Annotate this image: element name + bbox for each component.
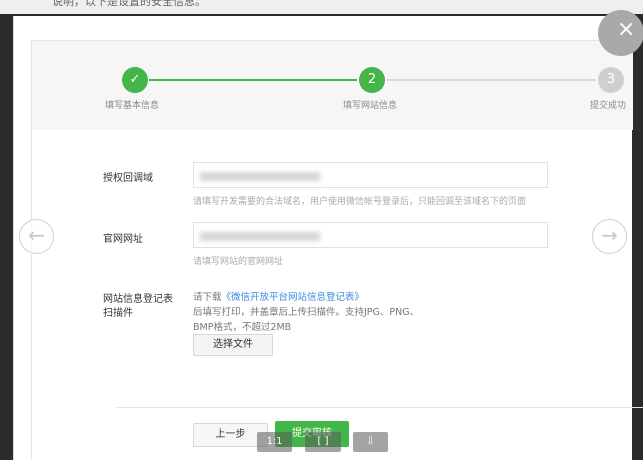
previous-image-button[interactable]: ← xyxy=(19,219,54,254)
close-viewer-button[interactable]: × xyxy=(598,10,643,56)
fit-screen-button[interactable]: [ ] xyxy=(305,432,341,452)
arrow-left-icon: ← xyxy=(28,223,45,247)
download-form-link[interactable]: 《微信开放平台网站信息登记表》 xyxy=(222,292,365,303)
image-viewer-page: ✓ 2 3 填写基本信息 填写网站信息 提交成功 授权回调域 请填写开发需要的合… xyxy=(13,16,643,460)
background-page-strip: 说明，以下是设置的安全信息。 xyxy=(0,0,643,14)
download-icon: ⇩ xyxy=(366,436,375,447)
download-prefix: 请下载 xyxy=(193,292,222,303)
step-2-circle: 2 xyxy=(359,67,385,93)
fit-screen-icon: [ ] xyxy=(317,436,329,447)
step-3-circle: 3 xyxy=(598,67,624,93)
form-divider xyxy=(116,407,643,408)
step-progress-bar: ✓ 2 3 填写基本信息 填写网站信息 提交成功 xyxy=(32,41,633,130)
step-connector-todo xyxy=(387,79,596,81)
download-instruction: 请下载《微信开放平台网站信息登记表》 xyxy=(193,289,364,303)
step-connector-done xyxy=(149,79,357,81)
step-1-check-icon: ✓ xyxy=(122,67,148,93)
arrow-right-icon: → xyxy=(601,223,618,247)
close-icon: × xyxy=(617,17,636,42)
choose-file-button[interactable]: 选择文件 xyxy=(193,334,273,356)
step-3-label: 提交成功 xyxy=(590,101,627,111)
website-url-hint: 请填写网站的官网网址 xyxy=(193,257,284,267)
callback-domain-input[interactable] xyxy=(193,162,548,188)
callback-domain-label: 授权回调域 xyxy=(103,173,153,184)
step-2-label: 填写网站信息 xyxy=(343,101,398,111)
website-url-label: 官网网址 xyxy=(103,234,143,245)
registration-form-label-line2: 扫描件 xyxy=(103,308,133,319)
blurred-value xyxy=(200,232,320,241)
registration-card: ✓ 2 3 填写基本信息 填写网站信息 提交成功 xyxy=(31,40,633,460)
step-1-label: 填写基本信息 xyxy=(105,101,160,111)
upload-instruction-line1: 后填写打印，并盖章后上传扫描件。支持JPG、PNG、 xyxy=(193,307,420,318)
callback-domain-hint: 请填写开发需要的合法域名，用户使用微信帐号登录后，只能回调至该域名下的页面 xyxy=(193,197,527,207)
registration-form-label: 网站信息登记表 xyxy=(103,294,173,305)
website-url-input[interactable] xyxy=(193,222,548,248)
actual-size-icon: 1:1 xyxy=(266,436,283,447)
background-page-text: 说明，以下是设置的安全信息。 xyxy=(52,0,206,8)
next-image-button[interactable]: → xyxy=(592,219,627,254)
upload-instruction-line2: BMP格式，不超过2MB xyxy=(193,322,292,333)
blurred-value xyxy=(200,172,320,181)
actual-size-button[interactable]: 1:1 xyxy=(257,432,292,452)
save-image-button[interactable]: ⇩ xyxy=(353,432,388,452)
